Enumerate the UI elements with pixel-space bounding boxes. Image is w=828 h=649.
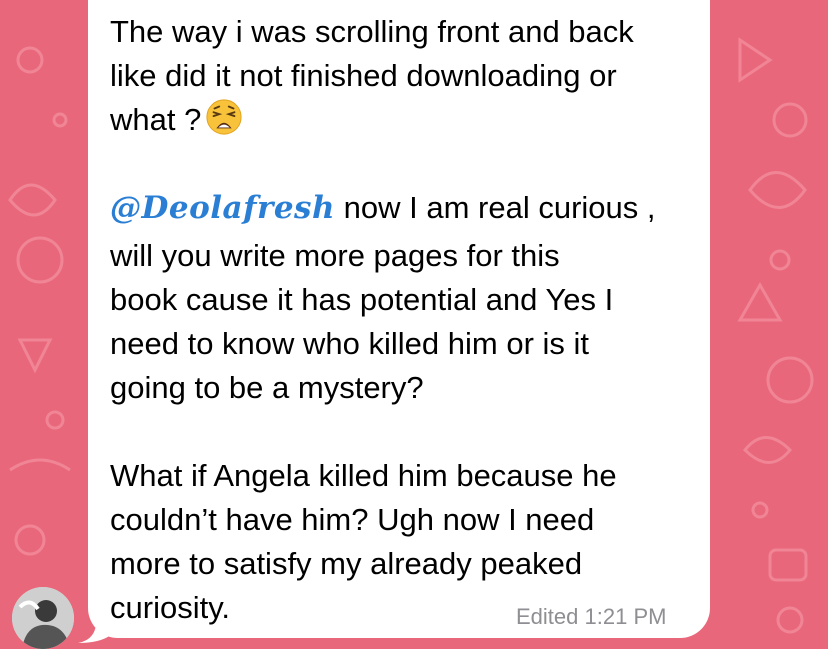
message-text-1: The way i was scrolling front and back l… [110,14,634,137]
weary-face-emoji [206,99,242,135]
avatar-photo-icon [12,587,74,649]
message-paragraph-1: The way i was scrolling front and back l… [110,10,700,142]
message-paragraph-2-continued: will you write more pages for this book … [110,234,700,410]
message-paragraph-2: @Deolafresh now I am real curious , [110,186,700,230]
user-mention-link[interactable]: @Deolafresh [110,190,335,226]
edited-label: Edited [516,604,579,629]
message-meta: Edited 1:21 PM [516,604,666,630]
sender-avatar[interactable] [12,587,74,649]
message-text-3: What if Angela killed him because he cou… [110,458,617,625]
message-time: 1:21 PM [584,604,667,629]
message-text-2a: now I am real curious , [335,190,656,225]
message-text-2b: will you write more pages for this book … [110,238,614,405]
